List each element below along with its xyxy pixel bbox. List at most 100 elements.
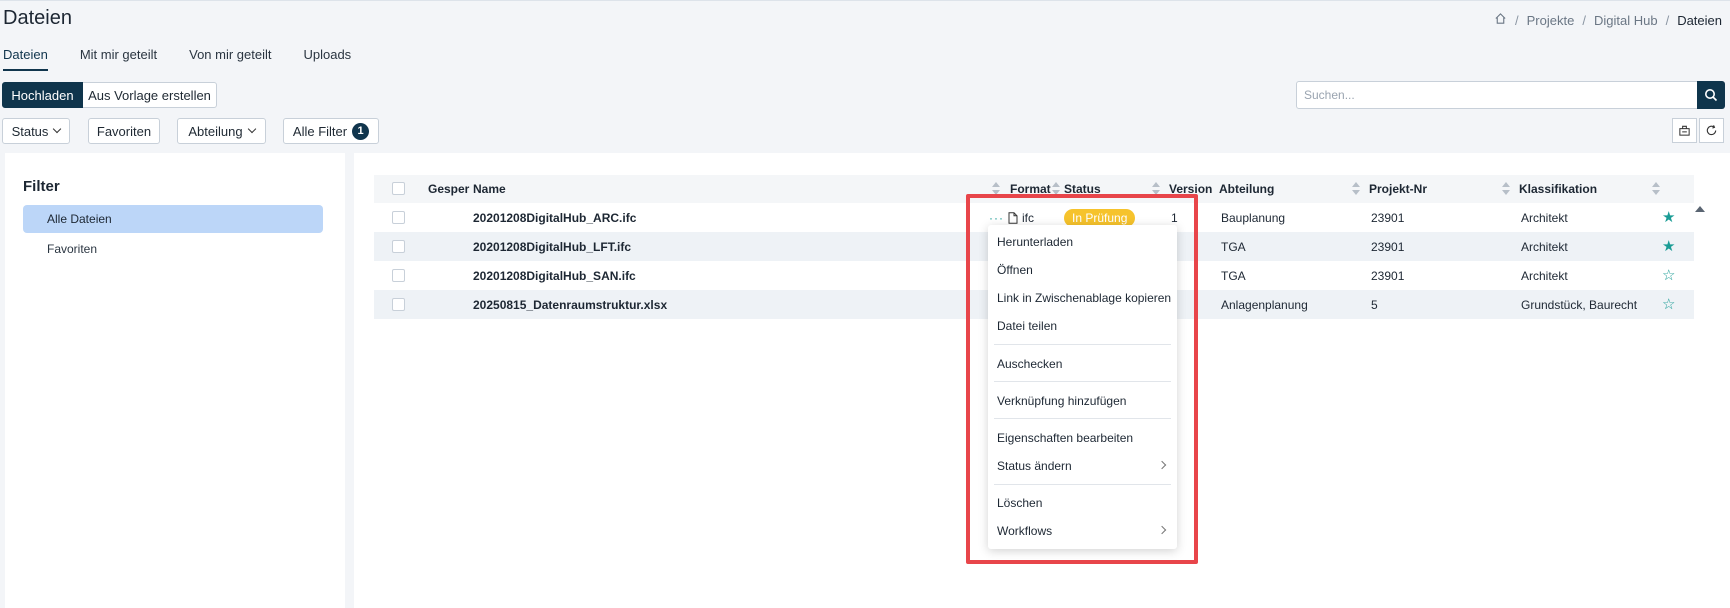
context-menu: Herunterladen Öffnen Link in Zwischenabl… — [988, 225, 1177, 549]
breadcrumb-separator: / — [1582, 12, 1586, 28]
refresh-button[interactable] — [1699, 118, 1724, 143]
menu-item-oeffnen[interactable]: Öffnen — [988, 257, 1177, 283]
breadcrumb-dateien: Dateien — [1677, 12, 1722, 28]
tab-von-mir-geteilt[interactable]: Von mir geteilt — [189, 47, 271, 71]
menu-divider — [994, 418, 1171, 419]
search-icon — [1705, 89, 1718, 102]
file-classification: Architekt — [1521, 210, 1568, 225]
export-icon — [1679, 125, 1690, 136]
breadcrumb-digital-hub[interactable]: Digital Hub — [1594, 13, 1658, 28]
chevron-down-icon — [53, 124, 62, 134]
top-divider — [0, 0, 1730, 1]
tab-uploads[interactable]: Uploads — [303, 47, 351, 71]
menu-item-workflows[interactable]: Workflows — [988, 518, 1177, 544]
row-checkbox[interactable] — [392, 211, 405, 224]
star-icon[interactable]: ☆ — [1662, 268, 1675, 283]
menu-item-eigenschaften-bearbeiten[interactable]: Eigenschaften bearbeiten — [988, 425, 1177, 451]
menu-divider — [994, 381, 1171, 382]
search-input[interactable] — [1296, 81, 1698, 109]
file-classification: Architekt — [1521, 268, 1568, 283]
filter-panel-title: Filter — [23, 178, 60, 195]
status-pill: In Prüfung — [1064, 208, 1136, 227]
menu-item-link-kopieren[interactable]: Link in Zwischenablage kopieren — [988, 285, 1177, 311]
menu-item-label: Status ändern — [997, 459, 1072, 473]
create-from-template-button[interactable]: Aus Vorlage erstellen — [83, 82, 217, 108]
sort-icon[interactable] — [1352, 182, 1360, 196]
column-header-locked[interactable]: Gesperrt — [428, 175, 470, 203]
row-checkbox[interactable] — [392, 240, 405, 253]
menu-item-status-aendern[interactable]: Status ändern — [988, 453, 1177, 479]
file-project-no: 23901 — [1371, 210, 1405, 225]
home-icon[interactable] — [1494, 12, 1507, 28]
all-filters-button[interactable]: Alle Filter 1 — [283, 118, 379, 144]
search-button[interactable] — [1697, 81, 1725, 109]
menu-item-loeschen[interactable]: Löschen — [988, 490, 1177, 516]
sort-icon[interactable] — [1152, 182, 1160, 196]
chevron-right-icon — [1157, 525, 1167, 535]
page-title: Dateien — [3, 7, 72, 29]
menu-item-auschecken[interactable]: Auschecken — [988, 351, 1177, 377]
file-project-no: 5 — [1371, 297, 1378, 312]
favorites-filter-button[interactable]: Favoriten — [88, 118, 160, 144]
column-header-version[interactable]: Version — [1169, 175, 1212, 203]
breadcrumb-separator: / — [1665, 12, 1670, 28]
menu-item-herunterladen[interactable]: Herunterladen — [988, 229, 1177, 255]
breadcrumb-projekte[interactable]: Projekte — [1527, 13, 1575, 28]
file-project-no: 23901 — [1371, 268, 1405, 283]
file-format-label: ifc — [1022, 210, 1034, 225]
star-icon[interactable]: ☆ — [1662, 297, 1675, 312]
scroll-up-arrow-icon[interactable] — [1695, 206, 1705, 212]
column-header-projekt-nr[interactable]: Projekt-Nr — [1369, 175, 1427, 203]
sort-icon[interactable] — [1652, 182, 1660, 196]
file-department: Anlagenplanung — [1221, 297, 1308, 312]
status-filter-button[interactable]: Status — [2, 118, 70, 144]
tab-dateien[interactable]: Dateien — [3, 47, 48, 71]
department-filter-button[interactable]: Abteilung — [177, 118, 266, 144]
file-classification: Architekt — [1521, 239, 1568, 254]
department-filter-label: Abteilung — [188, 123, 243, 139]
all-filters-label: Alle Filter — [292, 123, 348, 139]
tab-bar: Dateien Mit mir geteilt Von mir geteilt … — [3, 47, 351, 71]
column-header-abteilung[interactable]: Abteilung — [1219, 175, 1274, 203]
file-department: Bauplanung — [1221, 210, 1286, 225]
chevron-right-icon — [1157, 460, 1167, 470]
star-icon[interactable]: ★ — [1662, 239, 1675, 254]
file-classification: Grundstück, Baurecht — [1521, 297, 1638, 312]
menu-item-datei-teilen[interactable]: Datei teilen — [988, 313, 1177, 339]
select-all-checkbox[interactable] — [392, 182, 405, 195]
row-checkbox[interactable] — [392, 269, 405, 282]
filter-panel: Filter Alle Dateien Favoriten — [5, 153, 345, 608]
upload-button[interactable]: Hochladen — [2, 82, 83, 108]
filter-item-alle-dateien[interactable]: Alle Dateien — [23, 205, 323, 233]
star-icon[interactable]: ★ — [1662, 210, 1675, 225]
file-project-no: 23901 — [1371, 239, 1405, 254]
export-button[interactable] — [1672, 118, 1697, 143]
tab-mit-mir-geteilt[interactable]: Mit mir geteilt — [80, 47, 157, 71]
file-department: TGA — [1221, 268, 1246, 283]
file-name[interactable]: 20201208DigitalHub_LFT.ifc — [473, 232, 631, 261]
column-header-format[interactable]: Format — [1010, 175, 1051, 203]
column-header-name[interactable]: Name — [473, 175, 506, 203]
sort-icon[interactable] — [1052, 182, 1060, 196]
filter-item-favoriten[interactable]: Favoriten — [23, 235, 323, 263]
row-checkbox[interactable] — [392, 298, 405, 311]
refresh-icon — [1706, 125, 1717, 136]
file-name[interactable]: 20201208DigitalHub_SAN.ifc — [473, 261, 636, 290]
filter-count-badge: 1 — [352, 122, 370, 140]
menu-divider — [994, 344, 1171, 345]
status-filter-label: Status — [11, 123, 49, 139]
chevron-down-icon — [247, 124, 256, 134]
file-department: TGA — [1221, 239, 1246, 254]
file-icon — [1008, 211, 1018, 224]
menu-divider — [994, 484, 1171, 485]
menu-item-verknuepfung-hinzufuegen[interactable]: Verknüpfung hinzufügen — [988, 388, 1177, 414]
file-name[interactable]: 20250815_Datenraumstruktur.xlsx — [473, 290, 667, 319]
sort-icon[interactable] — [1502, 182, 1510, 196]
column-header-status[interactable]: Status — [1064, 175, 1101, 203]
column-header-klassifikation[interactable]: Klassifikation — [1519, 175, 1597, 203]
table-header: Gesperrt Name Format Status Version Abte… — [374, 175, 1694, 203]
sort-icon[interactable] — [992, 182, 1000, 196]
breadcrumb: / Projekte / Digital Hub / Dateien — [1494, 12, 1722, 28]
file-name[interactable]: 20201208DigitalHub_ARC.ifc — [473, 203, 636, 232]
breadcrumb-separator: / — [1515, 12, 1519, 28]
